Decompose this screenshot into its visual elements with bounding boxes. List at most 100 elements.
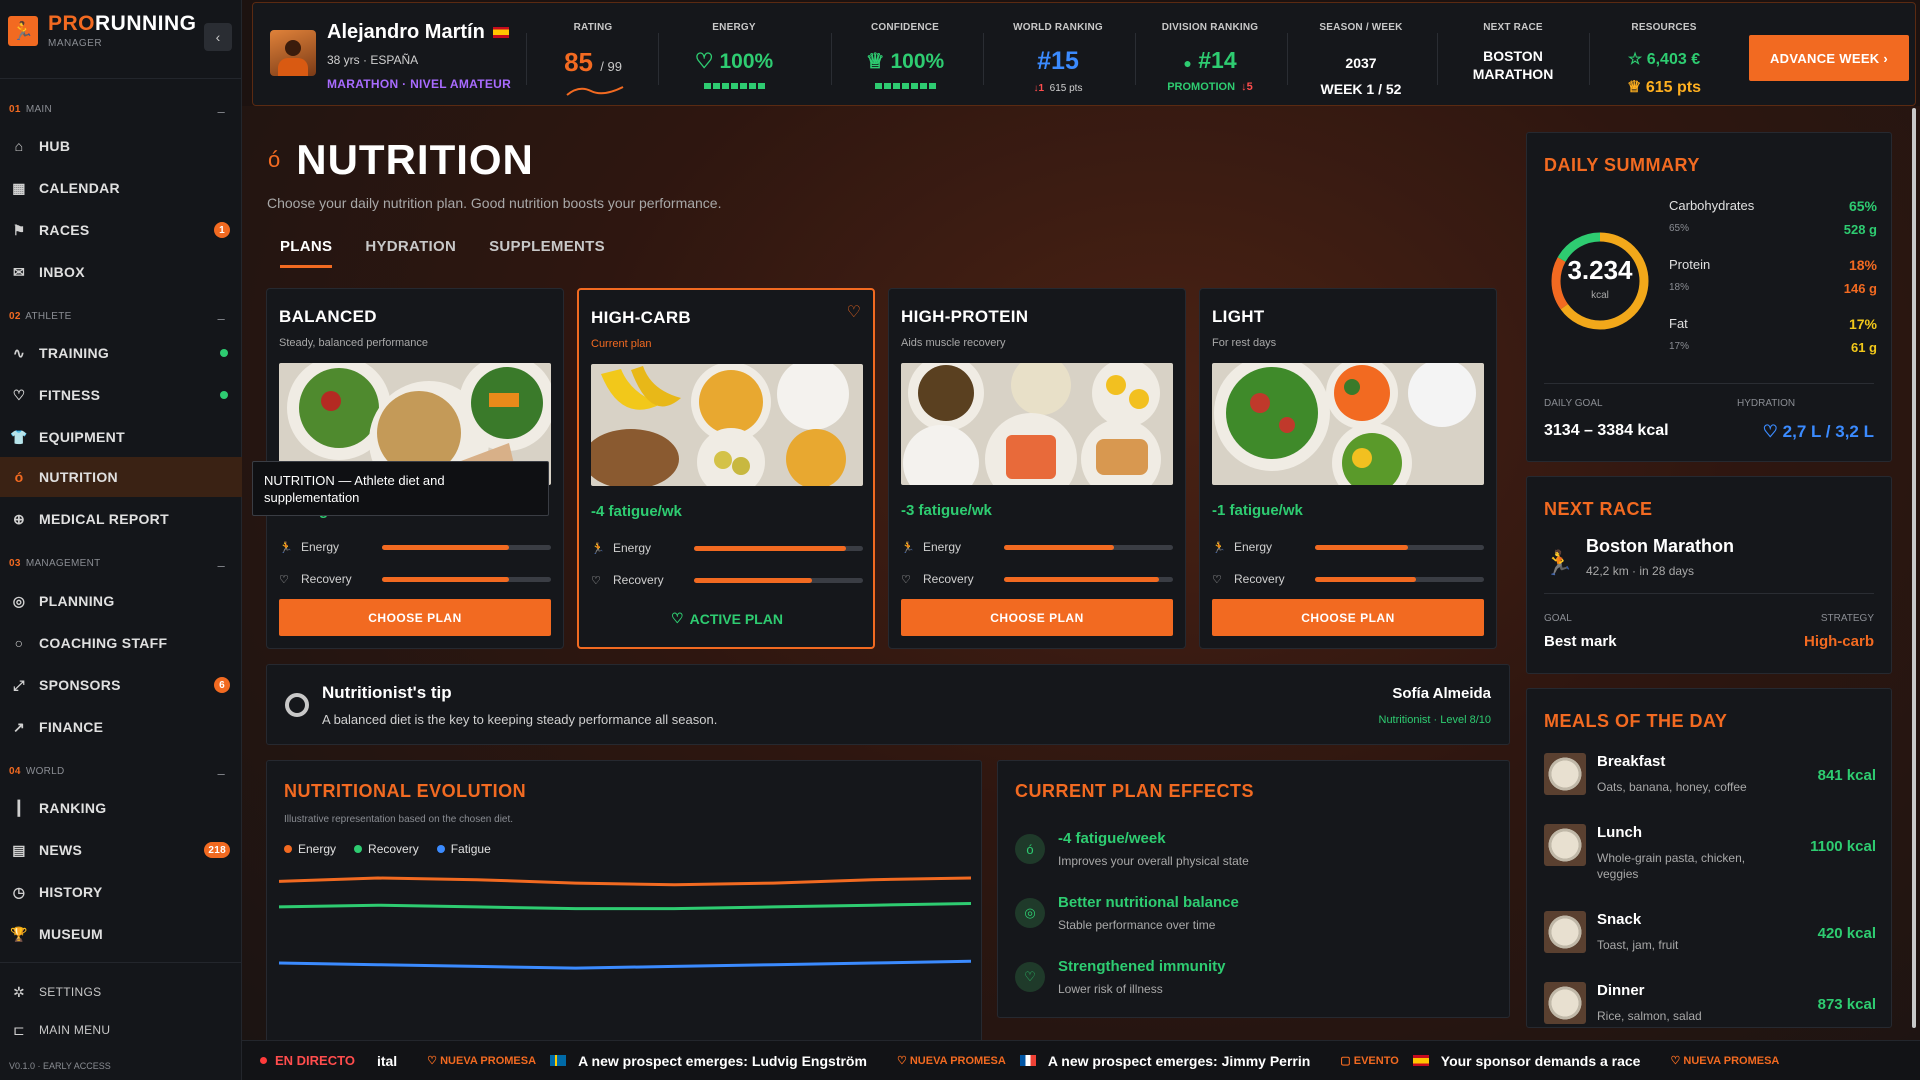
- sidebar-item-nutrition[interactable]: ó NUTRITION: [0, 457, 242, 497]
- world-ranking-stat[interactable]: WORLD RANKING #15 ↓1 615 pts: [984, 3, 1132, 107]
- nutritionist-tip-card: Nutritionist's tip A balanced diet is th…: [266, 664, 1510, 745]
- ticker-text: ital: [376, 1052, 398, 1069]
- ticker-item[interactable]: Your sponsor demands a race: [1441, 1053, 1641, 1069]
- meal-lunch[interactable]: Lunch Whole-grain pasta, chicken, veggie…: [1544, 824, 1876, 881]
- trend-up-icon: ↗: [12, 718, 26, 735]
- bar-icon: ┃: [14, 799, 24, 816]
- sweden-flag-icon: [550, 1055, 567, 1066]
- effect-item: ◎ Better nutritional balance Stable perf…: [1015, 894, 1495, 944]
- chart-legend: Energy Recovery Fatigue: [284, 842, 491, 856]
- energy-meter: 🏃 Energy: [1212, 539, 1484, 555]
- nutritional-evolution-card: NUTRITIONAL EVOLUTION Illustrative repre…: [266, 760, 982, 1080]
- dinner-image: [1544, 982, 1586, 1024]
- tab-hydration[interactable]: HYDRATION: [365, 238, 456, 268]
- meal-breakfast[interactable]: Breakfast Oats, banana, honey, coffee 84…: [1544, 753, 1876, 809]
- advance-week-button[interactable]: ADVANCE WEEK ›: [1749, 35, 1909, 81]
- series-line-energy: [278, 876, 972, 887]
- sidebar-item-sponsors[interactable]: ⤢ SPONSORS 6: [0, 665, 242, 705]
- macro-protein: Protein 18% 18% 146 g: [1669, 257, 1877, 296]
- daily-goal-value: 3134 – 3384 kcal: [1544, 422, 1669, 439]
- clock-icon: ◷: [12, 883, 26, 900]
- choose-plan-button[interactable]: CHOOSE PLAN: [279, 599, 551, 636]
- player-meta: 38 yrs · ESPAÑA: [327, 53, 419, 67]
- sidebar-item-museum[interactable]: 🏆 MUSEUM: [0, 914, 242, 954]
- sidebar-item-settings[interactable]: ✲ SETTINGS: [0, 972, 242, 1012]
- status-dot: [220, 349, 228, 357]
- tab-plans[interactable]: PLANS: [280, 238, 333, 268]
- shirt-icon: 👕: [10, 428, 28, 445]
- rating-stat[interactable]: RATING 85 / 99: [529, 3, 657, 107]
- sidebar-item-finance[interactable]: ↗ FINANCE: [0, 707, 242, 747]
- collapse-icon: –: [217, 558, 225, 573]
- sidebar-item-inbox[interactable]: ✉ INBOX: [0, 252, 242, 292]
- sidebar-item-races[interactable]: ⚑ RACES 1: [0, 210, 242, 250]
- collapse-icon: –: [217, 766, 225, 781]
- ticker-tag: ▢ EVENTO: [1340, 1055, 1399, 1067]
- divider: [0, 78, 242, 79]
- sidebar-item-hub[interactable]: ⌂ HUB: [0, 126, 242, 166]
- france-flag-icon: [1019, 1055, 1036, 1066]
- activity-icon: ∿: [12, 344, 26, 361]
- recovery-meter: ♡ Recovery: [591, 572, 863, 588]
- section-world-header[interactable]: 04 WORLD –: [9, 766, 225, 781]
- avatar[interactable]: [270, 30, 316, 76]
- sidebar-item-equipment[interactable]: 👕 EQUIPMENT: [0, 417, 242, 457]
- plan-card-high-protein[interactable]: HIGH-PROTEIN Aids muscle recovery -3 fat…: [888, 288, 1186, 649]
- dot-icon: ●: [1183, 55, 1192, 71]
- daily-summary-card: DAILY SUMMARY 3.234 kcal Carbohydrates 65…: [1526, 132, 1892, 462]
- plan-card-light[interactable]: LIGHT For rest days -1 fatigue/wk 🏃 Energ…: [1199, 288, 1497, 649]
- tab-supplements[interactable]: SUPPLEMENTS: [489, 238, 605, 268]
- meal-snack[interactable]: Snack Toast, jam, fruit 420 kcal: [1544, 911, 1876, 967]
- sponsors-badge: 6: [214, 677, 230, 693]
- gear-icon: ✲: [12, 983, 26, 1000]
- season-week-stat: SEASON / WEEK 2037 WEEK 1 / 52: [1319, 22, 1403, 97]
- legend-fatigue: Fatigue: [436, 842, 491, 856]
- tab-bar: PLANS HYDRATION SUPPLEMENTS: [280, 238, 605, 268]
- spain-flag-icon: [492, 27, 509, 39]
- next-race-card[interactable]: NEXT RACE 🏃 Boston Marathon 42,2 km · in…: [1526, 476, 1892, 674]
- resources-stat[interactable]: RESOURCES ☆ 6,403 € ♕ 615 pts: [1590, 3, 1738, 107]
- news-ticker: EN DIRECTO ital ♡ NUEVA PROMESA A new pr…: [242, 1040, 1920, 1080]
- legend-recovery: Recovery: [354, 842, 419, 856]
- page-scrollbar[interactable]: [1912, 108, 1916, 1028]
- choose-plan-button[interactable]: CHOOSE PLAN: [901, 599, 1173, 636]
- meal-dinner[interactable]: Dinner Rice, salmon, salad 873 kcal: [1544, 982, 1876, 1038]
- ticker-item[interactable]: A new prospect emerges: Ludvig Engström: [578, 1053, 867, 1069]
- sidebar-item-calendar[interactable]: ▦ CALENDAR: [0, 168, 242, 208]
- app-logo[interactable]: 🏃 PRORUNNING MANAGER: [8, 12, 197, 49]
- runner-icon: 🏃: [591, 542, 605, 555]
- sidebar-item-ranking[interactable]: ┃ RANKING: [0, 788, 242, 828]
- division-ranking-stat[interactable]: DIVISION RANKING ● #14 PROMOTION ↓5: [1136, 3, 1284, 107]
- energy-meter: 🏃 Energy: [279, 539, 551, 555]
- ticker-item[interactable]: A new prospect emerges: Jimmy Perrin: [1048, 1053, 1310, 1069]
- nutritionist-name[interactable]: Sofía Almeida: [1392, 685, 1491, 702]
- sidebar-item-coaching-staff[interactable]: ○ COACHING STAFF: [0, 623, 242, 663]
- energy-stat[interactable]: ENERGY ♡ 100%: [659, 3, 809, 107]
- sidebar-item-main-menu[interactable]: ⊏ MAIN MENU: [0, 1010, 242, 1050]
- page-subtitle: Choose your daily nutrition plan. Good n…: [267, 195, 722, 211]
- ticker-tag: ♡ NUEVA PROMESA: [896, 1055, 1006, 1067]
- hydration-value[interactable]: ♡ 2,7 L / 3,2 L: [1763, 422, 1874, 442]
- choose-plan-button[interactable]: CHOOSE PLAN: [1212, 599, 1484, 636]
- section-management-header[interactable]: 03 MANAGEMENT –: [9, 558, 225, 573]
- runner-icon: 🏃: [901, 541, 915, 554]
- player-name: Alejandro Martín: [327, 21, 509, 44]
- sidebar-item-fitness[interactable]: ♡ FITNESS: [0, 375, 242, 415]
- live-indicator: EN DIRECTO: [242, 1053, 355, 1068]
- section-main-header[interactable]: 01 MAIN –: [9, 104, 225, 119]
- news-badge: 218: [204, 842, 230, 858]
- plan-card-high-carb[interactable]: HIGH-CARB Current plan ♡ -4 fatigue/wk 🏃…: [577, 288, 875, 649]
- energy-meter: 🏃 Energy: [591, 540, 863, 556]
- sidebar-item-training[interactable]: ∿ TRAINING: [0, 333, 242, 373]
- heart-icon: ♡: [671, 610, 684, 626]
- sidebar-item-medical-report[interactable]: ⊕ MEDICAL REPORT: [0, 499, 242, 539]
- collapse-sidebar-button[interactable]: ‹: [204, 23, 232, 51]
- circle-icon: ○: [14, 635, 24, 651]
- section-athlete-header[interactable]: 02 ATHLETE –: [9, 311, 225, 326]
- sidebar-item-planning[interactable]: ◎ PLANNING: [0, 581, 242, 621]
- sidebar-item-news[interactable]: ▤ NEWS 218: [0, 830, 242, 870]
- sidebar-item-history[interactable]: ◷ HISTORY: [0, 872, 242, 912]
- heart-icon[interactable]: ♡: [847, 302, 861, 322]
- confidence-stat[interactable]: CONFIDENCE ♕ 100%: [832, 3, 978, 107]
- next-race-stat[interactable]: NEXT RACE BOSTON MARATHON: [1439, 3, 1587, 107]
